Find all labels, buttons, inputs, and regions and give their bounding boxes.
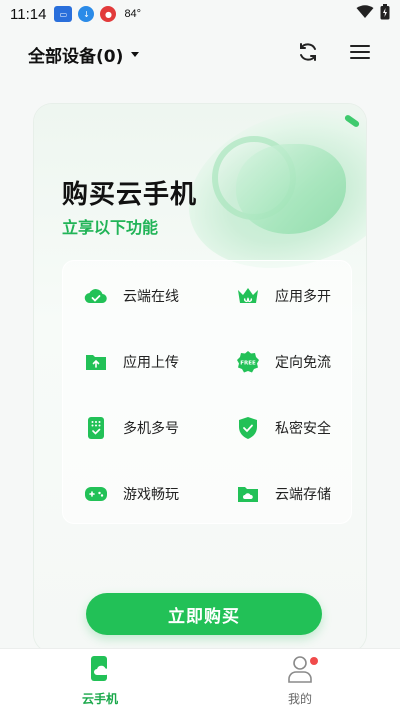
phone-grid-icon — [83, 415, 109, 441]
free-badge-icon: FREE — [235, 349, 261, 375]
feature-label: 云端存储 — [275, 487, 331, 503]
feature-label: 云端在线 — [123, 289, 179, 305]
device-filter-label: 全部设备(0) — [28, 46, 124, 67]
refresh-icon — [297, 41, 319, 67]
feature-item: 游戏畅玩 — [83, 481, 179, 507]
menu-icon — [349, 43, 371, 65]
cloud-check-icon — [83, 283, 109, 309]
crown-icon — [235, 283, 261, 309]
notification-app-icon: ▭ — [54, 6, 73, 22]
tab-label: 云手机 — [81, 691, 118, 706]
feature-item: 云端在线 — [83, 283, 179, 309]
feature-item: 私密安全 — [235, 415, 331, 441]
feature-item: 应用上传 — [83, 349, 179, 375]
feature-list: 云端在线 应用多开 应用上传 FREE 定向免流 多机多号 私密安全 游戏畅玩 … — [62, 260, 352, 524]
device-filter-dropdown[interactable]: 全部设备(0) — [28, 42, 140, 67]
refresh-button[interactable] — [296, 42, 320, 66]
feature-label: 游戏畅玩 — [123, 487, 179, 503]
shield-check-icon — [235, 415, 261, 441]
feature-item: 云端存储 — [235, 481, 331, 507]
caret-down-icon — [131, 51, 140, 57]
feature-label: 私密安全 — [275, 421, 331, 437]
app-header: 全部设备(0) — [0, 36, 400, 72]
feature-label: 应用上传 — [123, 355, 179, 371]
purchase-promo-card: 购买云手机 立享以下功能 云端在线 应用多开 应用上传 FREE 定向免流 多机… — [34, 104, 366, 652]
feature-item: 应用多开 — [235, 283, 331, 309]
folder-upload-icon — [83, 349, 109, 375]
status-bar: 11:14 ▭ ↓ ● 84° — [0, 0, 400, 28]
promo-subtitle: 立享以下功能 — [62, 218, 159, 237]
feature-item: FREE 定向免流 — [235, 349, 331, 375]
feature-label: 应用多开 — [275, 289, 331, 305]
buy-now-button[interactable]: 立即购买 — [86, 593, 322, 635]
menu-button[interactable] — [348, 42, 372, 66]
download-icon: ↓ — [78, 6, 95, 22]
weather-icon: ● — [100, 6, 117, 22]
cloud-phone-icon — [88, 655, 112, 686]
feature-label: 多机多号 — [123, 421, 179, 437]
bottom-nav: 云手机 我的 — [0, 648, 400, 712]
tab-label: 我的 — [287, 691, 312, 706]
feature-label: 定向免流 — [275, 355, 331, 371]
promo-title: 购买云手机 — [62, 180, 198, 210]
feature-item: 多机多号 — [83, 415, 179, 441]
status-temperature: 84° — [124, 8, 142, 20]
status-time: 11:14 — [10, 5, 47, 23]
battery-icon — [380, 4, 390, 24]
gamepad-icon — [83, 481, 109, 507]
tab-cloud-phone[interactable]: 云手机 — [0, 649, 200, 712]
svg-text:FREE: FREE — [240, 361, 256, 367]
folder-cloud-icon — [235, 481, 261, 507]
tab-mine[interactable]: 我的 — [200, 649, 400, 712]
wifi-icon — [356, 5, 374, 23]
notification-dot — [310, 657, 318, 665]
